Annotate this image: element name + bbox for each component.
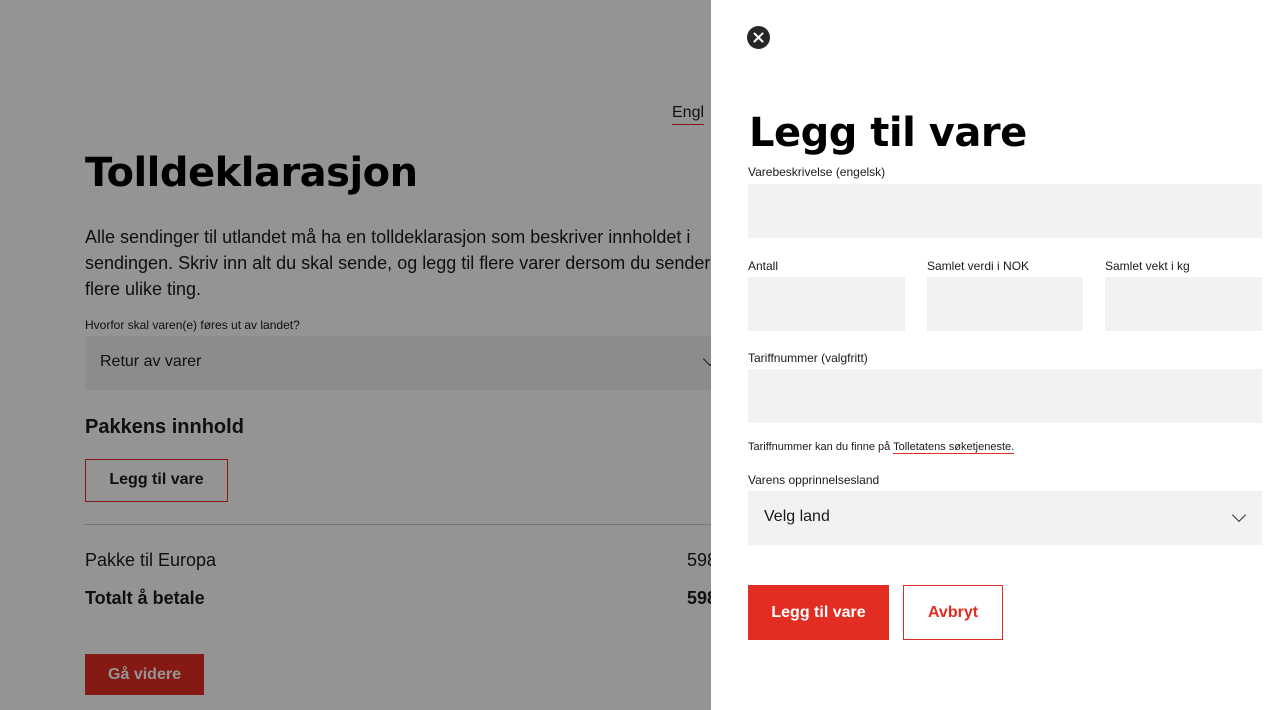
drawer-title: Legg til vare: [749, 110, 1027, 156]
description-label: Varebeskrivelse (engelsk): [748, 165, 886, 179]
quantity-label: Antall: [748, 259, 779, 273]
origin-label: Varens opprinnelsesland: [748, 473, 880, 487]
quantity-input[interactable]: [748, 277, 905, 331]
close-icon: [753, 32, 764, 43]
submit-add-item-button[interactable]: Legg til vare: [748, 585, 889, 640]
weight-input[interactable]: [1105, 277, 1262, 331]
origin-select-value: Velg land: [764, 508, 830, 525]
tariff-search-link[interactable]: Tolletatens søketjeneste.: [893, 441, 1015, 454]
tariff-note-text: Tariffnummer kan du finne på: [748, 441, 891, 453]
origin-country-select[interactable]: Velg land: [748, 491, 1262, 545]
value-label: Samlet verdi i NOK: [927, 259, 1030, 273]
description-input[interactable]: [748, 184, 1262, 238]
chevron-down-icon: [1231, 507, 1247, 523]
tariff-input[interactable]: [748, 369, 1262, 423]
close-button[interactable]: [747, 26, 770, 49]
weight-label: Samlet vekt i kg: [1105, 259, 1190, 273]
value-input[interactable]: [927, 277, 1083, 331]
add-item-drawer: Legg til vare Varebeskrivelse (engelsk) …: [711, 0, 1280, 710]
tariff-label: Tariffnummer (valgfritt): [748, 351, 868, 365]
tariff-note: Tariffnummer kan du finne på Tolletatens…: [748, 441, 1015, 454]
modal-overlay[interactable]: [0, 0, 711, 710]
cancel-button[interactable]: Avbryt: [903, 585, 1003, 640]
